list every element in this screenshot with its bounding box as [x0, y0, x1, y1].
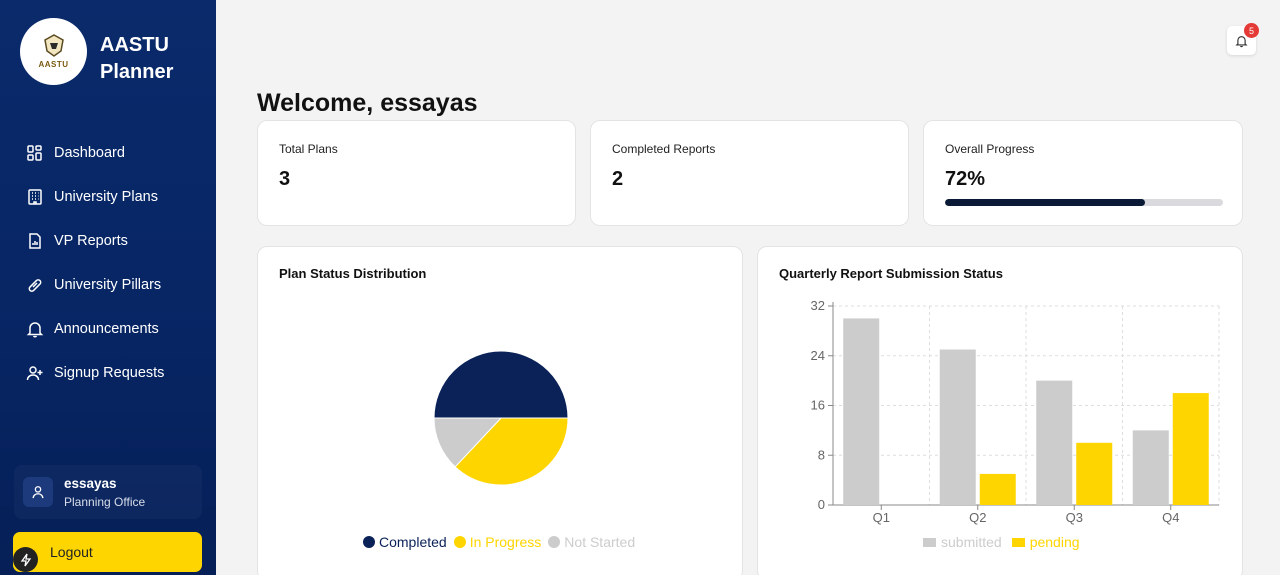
y-tick-label: 24 — [811, 348, 825, 363]
user-icon — [32, 486, 44, 499]
stat-label: Completed Reports — [612, 142, 716, 156]
user-name: essayas — [64, 475, 117, 491]
user-avatar — [23, 477, 53, 507]
legend-swatch — [363, 536, 375, 548]
sidebar-item-dashboard[interactable]: Dashboard — [0, 131, 216, 175]
sidebar-item-label: University Pillars — [54, 277, 162, 293]
brand-title: AASTU Planner — [100, 32, 173, 86]
legend-label: In Progress — [469, 534, 542, 550]
sidebar-item-label: Signup Requests — [54, 365, 165, 381]
legend-swatch — [1011, 537, 1025, 547]
brand-line-2: Planner — [100, 61, 174, 83]
bolt-icon[interactable] — [13, 547, 38, 572]
legend-label: Completed — [379, 534, 447, 550]
link-icon — [26, 276, 44, 294]
sidebar-item-label: Dashboard — [54, 145, 125, 161]
stat-label: Overall Progress — [945, 142, 1035, 156]
sidebar: AASTU AASTU Planner Dashboard University… — [0, 0, 216, 575]
stat-card-completed-reports: Completed Reports 2 — [590, 120, 909, 226]
progress-fill — [945, 199, 1146, 206]
plan-status-panel: Plan Status Distribution Completed In Pro… — [257, 246, 743, 575]
x-tick-label: Q4 — [1162, 510, 1179, 525]
dashboard-icon — [26, 144, 44, 162]
stat-value: 72% — [945, 168, 986, 190]
legend-item[interactable]: Completed — [363, 534, 447, 550]
legend-label: Not Started — [564, 534, 636, 550]
bar-submitted-q4[interactable] — [1132, 430, 1169, 505]
logo-text: AASTU — [38, 60, 69, 69]
page-title: Welcome, essayas — [257, 89, 478, 117]
sidebar-item-signup-requests[interactable]: Signup Requests — [0, 351, 216, 395]
legend-label: submitted — [941, 534, 1002, 550]
sidebar-item-vp-reports[interactable]: VP Reports — [0, 219, 216, 263]
x-tick-label: Q1 — [873, 510, 890, 525]
legend-item[interactable]: pending — [1011, 534, 1080, 550]
bar-chart: 0 8 16 24 32 Q1 Q2 Q3 Q4 — [811, 298, 1220, 525]
quarterly-status-panel: Quarterly Report Submission Status 0 8 16 2… — [757, 246, 1243, 575]
bell-icon — [26, 320, 44, 338]
user-plus-icon — [26, 364, 44, 382]
logo-emblem-icon — [43, 34, 64, 57]
legend-swatch — [923, 537, 936, 547]
legend-item[interactable]: submitted — [923, 534, 1002, 550]
legend-swatch — [548, 536, 561, 548]
bar-pending-q3[interactable] — [1076, 442, 1113, 505]
bar-submitted-q3[interactable] — [1036, 380, 1073, 505]
progress-bar — [945, 199, 1223, 206]
bar-legend: submitted pending — [923, 534, 1090, 550]
building-icon — [26, 188, 44, 206]
report-icon — [26, 232, 44, 250]
stat-label: Total Plans — [279, 142, 338, 156]
user-card: essayas Planning Office — [14, 465, 202, 519]
logout-button[interactable]: Logout — [13, 532, 202, 572]
x-tick-label: Q3 — [1066, 510, 1083, 525]
legend-label: pending — [1029, 534, 1080, 550]
sidebar-item-announcements[interactable]: Announcements — [0, 307, 216, 351]
bar-submitted-q2[interactable] — [939, 349, 976, 505]
bar-pending-q2[interactable] — [979, 473, 1016, 505]
pie-chart — [433, 350, 569, 486]
legend-item[interactable]: In Progress — [453, 534, 542, 550]
sidebar-item-label: VP Reports — [54, 233, 128, 249]
sidebar-item-label: University Plans — [54, 189, 158, 205]
stat-value: 2 — [612, 168, 624, 190]
stat-value: 3 — [279, 168, 291, 190]
stat-card-overall-progress: Overall Progress 72% — [923, 120, 1243, 226]
y-tick-label: 0 — [818, 497, 825, 512]
sidebar-item-label: Announcements — [54, 321, 159, 337]
y-tick-label: 8 — [818, 447, 825, 462]
y-tick-label: 16 — [811, 398, 825, 413]
legend-swatch — [453, 536, 466, 548]
notification-badge: 5 — [1244, 23, 1259, 38]
pie-legend: Completed In Progress Not Started — [363, 534, 642, 550]
legend-item[interactable]: Not Started — [548, 534, 635, 550]
user-role: Planning Office — [64, 494, 146, 509]
brand-line-1: AASTU — [100, 34, 169, 56]
logout-label: Logout — [50, 544, 93, 560]
sidebar-item-university-pillars[interactable]: University Pillars — [0, 263, 216, 307]
pie-slice-completed[interactable] — [433, 350, 569, 419]
bar-submitted-q1[interactable] — [843, 318, 880, 505]
stat-card-total-plans: Total Plans 3 — [257, 120, 576, 226]
sidebar-nav: Dashboard University Plans VP Reports Un… — [0, 131, 216, 395]
y-tick-label: 32 — [811, 298, 825, 313]
x-tick-label: Q2 — [969, 510, 986, 525]
logo: AASTU — [20, 18, 87, 85]
bar-pending-q4[interactable] — [1172, 393, 1209, 505]
sidebar-item-university-plans[interactable]: University Plans — [0, 175, 216, 219]
